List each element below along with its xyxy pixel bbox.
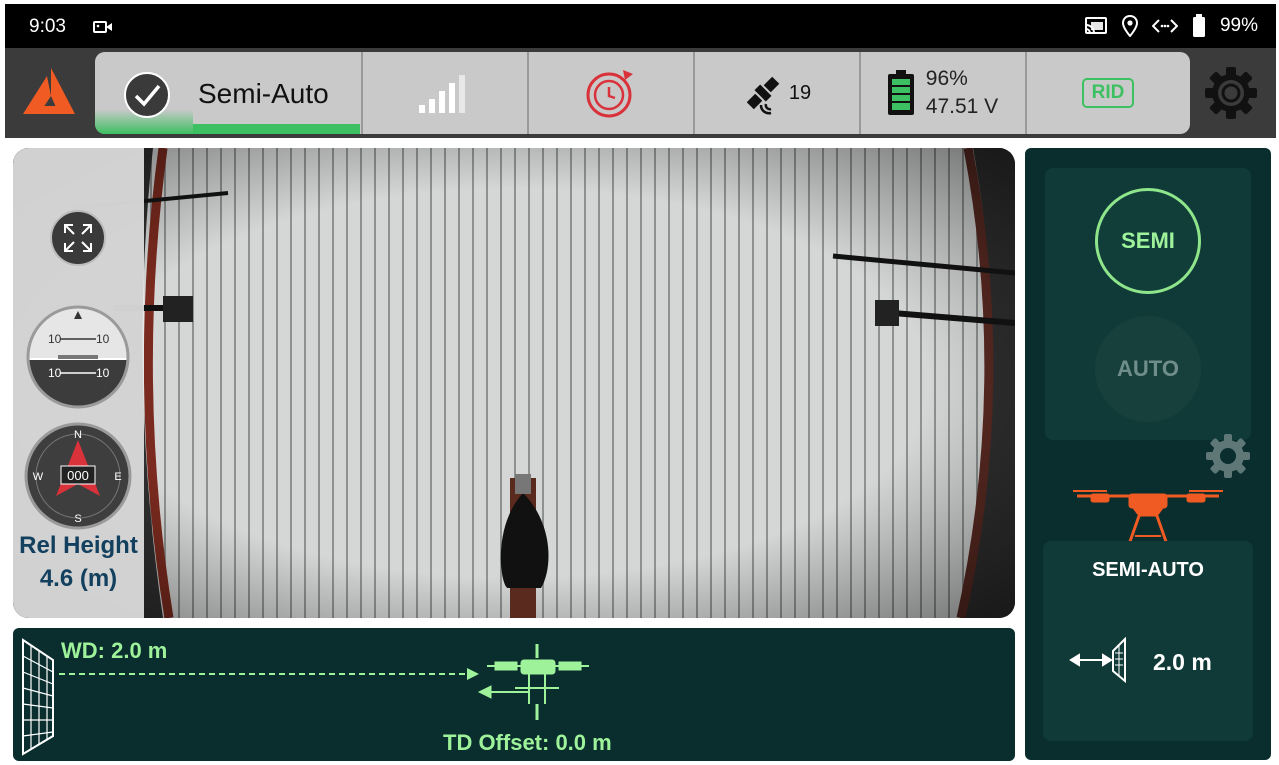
signal-strength-icon [419, 75, 465, 113]
flight-mode-label: Semi-Auto [198, 78, 329, 109]
remote-id-segment[interactable]: RID [1026, 52, 1190, 134]
status-time: 9:03 [29, 16, 66, 37]
semi-mode-button[interactable]: SEMI [1095, 188, 1201, 294]
status-battery-percent: 99% [1219, 15, 1258, 36]
flight-timer-icon [586, 70, 633, 118]
rel-height-value: 4.6 (m) [39, 565, 118, 592]
attitude-tick-label: 10 [96, 366, 110, 380]
expand-view-button[interactable] [50, 210, 106, 266]
cast-icon [1084, 17, 1107, 34]
compass-letter: N [74, 429, 82, 441]
compass-heading: 000 [67, 468, 89, 483]
battery-percent: 96% [925, 67, 968, 90]
video-camera-icon [93, 21, 112, 33]
rid-badge: RID [1082, 78, 1134, 108]
code-arrows-icon [1151, 19, 1178, 33]
distance-card: SEMI-AUTO 2.0 m [1043, 541, 1253, 741]
satellite-icon [746, 76, 780, 115]
battery-icon [1192, 14, 1205, 37]
camera-image [13, 148, 1015, 618]
compass-indicator: 000 N E S W [24, 422, 132, 530]
rel-height-label: Rel Height [19, 532, 138, 559]
check-circle-icon [124, 72, 170, 118]
attitude-tick-label: 10 [48, 332, 62, 346]
battery-voltage: 47.51 V [925, 95, 999, 118]
mode-settings-gear-icon[interactable] [1204, 432, 1252, 480]
battery-readout: 96% 47.51 V [926, 65, 998, 121]
attitude-tick-label: 10 [48, 366, 62, 380]
mode-title: SEMI-AUTO [1092, 559, 1204, 581]
settings-gear-icon[interactable] [1203, 65, 1259, 121]
app-logo-icon[interactable] [21, 66, 77, 118]
status-strip: Semi-Auto 19 96% 47.51 V RID [95, 52, 1190, 134]
signal-segment[interactable] [362, 52, 529, 134]
mode-selector-card: SEMI AUTO [1045, 168, 1251, 440]
expand-arrows-icon [64, 224, 92, 252]
distance-panel: WD: 2.0 m TD Offset: 0.0 m [13, 628, 1015, 761]
app-root: 9:03 99% Semi-Auto 19 96% 47.51 V RID 10… [0, 0, 1279, 765]
timer-segment[interactable] [528, 52, 695, 134]
compass-letter: E [114, 471, 121, 483]
wall-icon [22, 638, 54, 756]
drone-battery-icon [887, 70, 914, 115]
instrument-panel: 10 10 10 10 000 N E S W Rel Height 4.6 (… [13, 148, 144, 618]
mode-control-panel: SEMI AUTO SEMI-AUTO 2.0 m [1025, 148, 1271, 760]
status-right-group: 99% [1084, 14, 1258, 38]
compass-letter: S [74, 513, 81, 525]
location-pin-icon [1121, 15, 1138, 37]
relative-height-readout: Rel Height 4.6 (m) [13, 529, 144, 595]
distance-diagram [59, 644, 589, 720]
satellite-count: 19 [788, 81, 812, 104]
auto-mode-button[interactable]: AUTO [1095, 316, 1201, 422]
camera-feed[interactable]: 10 10 10 10 000 N E S W Rel Height 4.6 (… [13, 148, 1015, 618]
flight-mode-segment[interactable]: Semi-Auto [95, 52, 363, 134]
wall-distance-icon [1069, 637, 1126, 683]
compass-letter: W [33, 471, 44, 483]
wall-distance-value: 2.0 m [1153, 649, 1212, 675]
system-status-bar: 9:03 99% [5, 4, 1276, 48]
battery-segment[interactable]: 96% 47.51 V [860, 52, 1027, 134]
attitude-indicator: 10 10 10 10 [26, 305, 130, 409]
gps-segment[interactable]: 19 [694, 52, 861, 134]
top-toolbar: Semi-Auto 19 96% 47.51 V RID [5, 48, 1276, 138]
td-offset-label: TD Offset: 0.0 m [443, 730, 612, 755]
attitude-tick-label: 10 [96, 332, 110, 346]
